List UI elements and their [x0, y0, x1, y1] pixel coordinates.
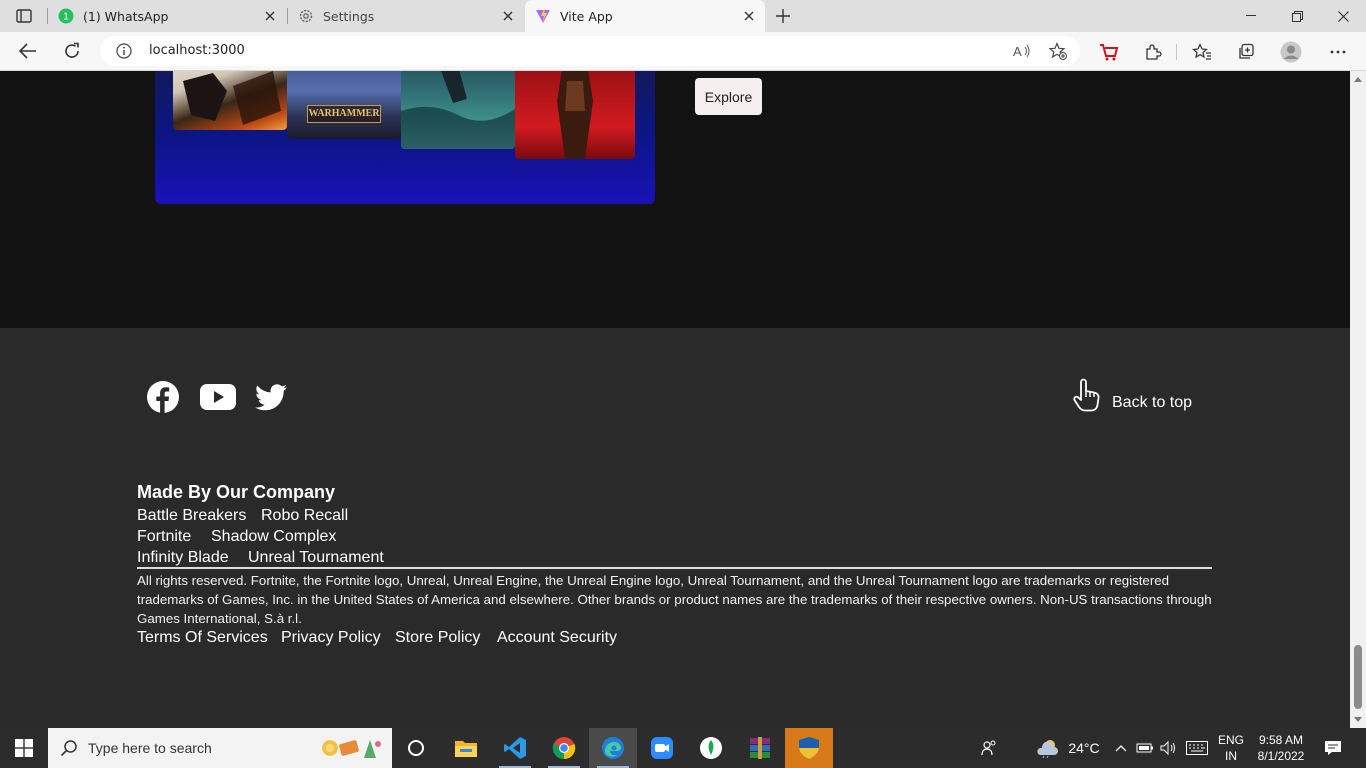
svg-text:A: A — [1013, 44, 1022, 59]
winrar-icon[interactable] — [736, 728, 784, 768]
keyboard-icon[interactable] — [1184, 728, 1210, 768]
site-info-icon[interactable] — [116, 43, 132, 59]
clock-date: 8/1/2022 — [1257, 749, 1305, 763]
people-icon[interactable] — [976, 728, 1002, 768]
collections-icon[interactable] — [1235, 41, 1257, 63]
language-region: IN — [1225, 749, 1237, 763]
favorites-icon[interactable] — [1191, 41, 1213, 63]
scroll-down-icon[interactable] — [1354, 716, 1362, 724]
tab-vite-app[interactable]: Vite App — [525, 0, 765, 32]
search-highlight-illustration — [320, 734, 384, 762]
game-link-robo-recall[interactable]: Robo Recall — [261, 507, 348, 525]
clock[interactable]: 9:58 AM 8/1/2022 — [1252, 728, 1310, 768]
file-explorer-icon[interactable] — [442, 728, 490, 768]
profile-avatar[interactable] — [1280, 41, 1302, 63]
chrome-icon[interactable] — [540, 728, 588, 768]
more-menu-icon[interactable] — [1327, 41, 1349, 63]
volume-icon[interactable] — [1158, 728, 1180, 768]
game-link-shadow-complex[interactable]: Shadow Complex — [211, 528, 336, 546]
terms-of-services-link[interactable]: Terms Of Services — [137, 629, 268, 647]
tab-title: (1) WhatsApp — [83, 8, 169, 24]
back-to-top-label: Back to top — [1112, 393, 1193, 411]
game-art-image — [515, 71, 635, 159]
game-art-caption: WARHAMMER — [307, 105, 381, 123]
game-art-image — [401, 71, 515, 149]
minimize-icon[interactable] — [1228, 0, 1274, 32]
pointer-hand-icon — [1072, 378, 1102, 417]
search-placeholder: Type here to search — [88, 740, 212, 756]
extensions-icon[interactable] — [1142, 41, 1164, 63]
add-favorite-icon[interactable] — [1049, 42, 1067, 60]
tab-title: Vite App — [560, 8, 613, 24]
company-heading: Made By Our Company — [137, 482, 336, 502]
page-content: WARHAMMER Explore Back to top Made By Ou… — [0, 71, 1350, 728]
zoom-icon[interactable] — [638, 728, 686, 768]
screen: 1 (1) WhatsApp Settings Vite App localho… — [0, 0, 1366, 768]
vscode-icon[interactable] — [491, 728, 539, 768]
tab-actions-icon[interactable] — [10, 6, 38, 26]
whatsapp-icon: 1 — [58, 8, 74, 24]
explore-button[interactable]: Explore — [695, 78, 762, 115]
browser-tab-bar: 1 (1) WhatsApp Settings Vite App — [0, 0, 1366, 32]
weather-temperature[interactable]: 24°C — [1064, 728, 1104, 768]
game-art-image — [173, 71, 287, 130]
close-tab-icon[interactable] — [262, 8, 278, 24]
windows-taskbar: Type here to search 24°C ENG IN 9:58 AM … — [0, 728, 1366, 768]
close-tab-icon[interactable] — [500, 8, 516, 24]
restore-icon[interactable] — [1274, 0, 1320, 32]
tab-title: Settings — [323, 8, 375, 24]
svg-text:1: 1 — [63, 12, 69, 23]
facebook-icon[interactable] — [146, 380, 180, 414]
new-tab-icon[interactable] — [772, 6, 794, 26]
language-indicator[interactable]: ENG IN — [1214, 728, 1248, 768]
toolbar-separator — [1176, 44, 1177, 60]
page-scrollbar[interactable] — [1350, 71, 1366, 728]
site-footer: Back to top Made By Our Company Battle B… — [0, 328, 1350, 728]
security-shield-icon[interactable] — [785, 728, 833, 768]
tab-whatsapp[interactable]: 1 (1) WhatsApp — [48, 0, 286, 32]
store-policy-link[interactable]: Store Policy — [395, 629, 480, 647]
read-aloud-icon[interactable]: A — [1013, 42, 1031, 60]
browser-toolbar: localhost:3000 A — [0, 32, 1366, 71]
scroll-up-icon[interactable] — [1354, 75, 1362, 83]
clock-time: 9:58 AM — [1258, 733, 1304, 747]
games-banner: WARHAMMER — [155, 71, 655, 204]
mongodb-icon[interactable] — [687, 728, 735, 768]
privacy-policy-link[interactable]: Privacy Policy — [281, 629, 381, 647]
game-link-battle-breakers[interactable]: Battle Breakers — [137, 507, 246, 525]
taskbar-search-box[interactable]: Type here to search — [48, 728, 392, 768]
back-arrow-icon[interactable] — [14, 37, 42, 65]
search-icon — [60, 739, 78, 757]
chevron-up-icon[interactable] — [1112, 728, 1130, 768]
legal-text: All rights reserved. Fortnite, the Fortn… — [137, 573, 1212, 626]
refresh-icon[interactable] — [58, 37, 86, 65]
twitter-icon[interactable] — [254, 380, 288, 414]
edge-icon[interactable] — [589, 728, 637, 768]
scrollbar-thumb[interactable] — [1354, 645, 1362, 709]
game-link-infinity-blade[interactable]: Infinity Blade — [137, 549, 229, 567]
weather-cloud-icon[interactable] — [1034, 728, 1062, 768]
vite-icon — [535, 8, 551, 24]
notifications-icon[interactable] — [1318, 728, 1348, 768]
account-security-link[interactable]: Account Security — [497, 629, 617, 647]
tab-settings[interactable]: Settings — [288, 0, 524, 32]
address-bar[interactable]: localhost:3000 A — [100, 36, 1080, 66]
game-art-image: WARHAMMER — [287, 71, 401, 139]
youtube-icon[interactable] — [200, 380, 236, 414]
language-code: ENG — [1217, 733, 1244, 747]
shopping-cart-icon[interactable] — [1098, 41, 1120, 63]
game-link-fortnite[interactable]: Fortnite — [137, 528, 191, 546]
game-link-unreal-tournament[interactable]: Unreal Tournament — [248, 549, 384, 567]
url-text: localhost:3000 — [149, 43, 245, 58]
close-window-icon[interactable] — [1320, 0, 1366, 32]
close-tab-icon[interactable] — [741, 8, 757, 24]
battery-icon[interactable] — [1134, 728, 1156, 768]
back-to-top-link[interactable]: Back to top — [1072, 378, 1192, 417]
footer-divider — [137, 567, 1212, 569]
windows-start-icon[interactable] — [0, 728, 48, 768]
gear-icon — [298, 8, 314, 24]
cortana-icon[interactable] — [392, 728, 440, 768]
